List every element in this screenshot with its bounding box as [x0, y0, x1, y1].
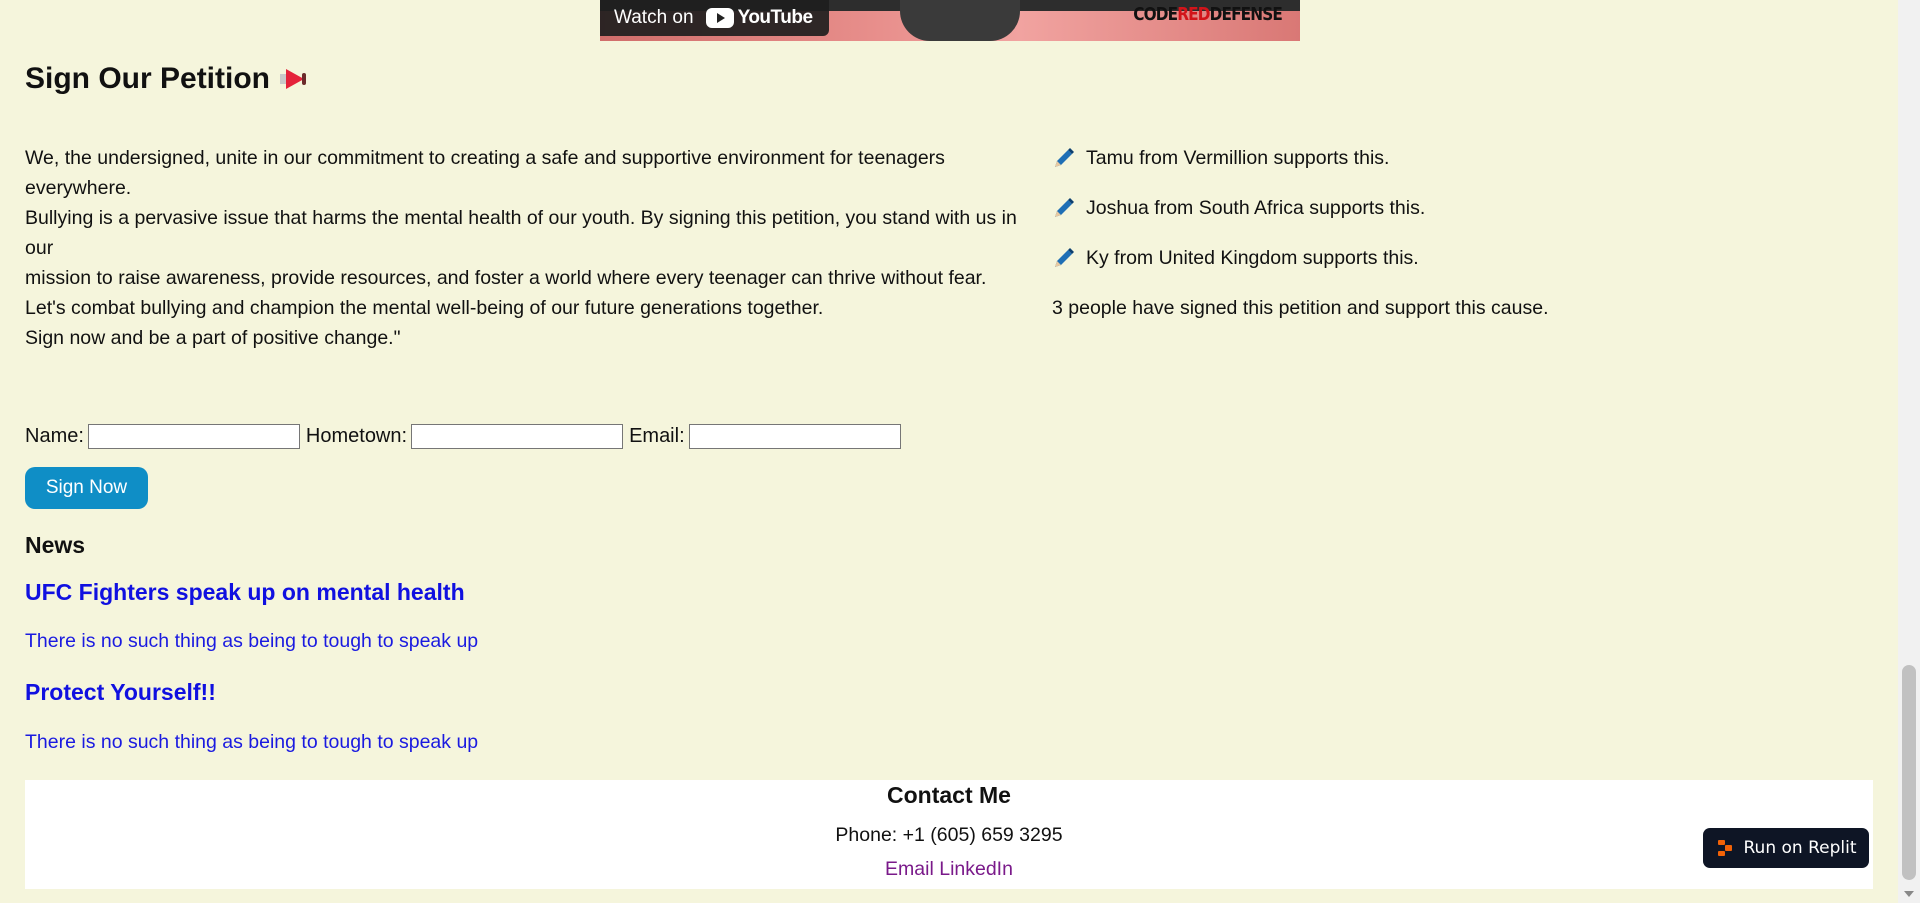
news-summary-link[interactable]: There is no such thing as being to tough… — [25, 630, 478, 653]
supporter-text: Tamu from Vermillion supports this. — [1086, 146, 1390, 169]
news-link[interactable]: UFC Fighters speak up on mental health — [25, 579, 465, 606]
youtube-logo: YouTube — [705, 7, 813, 29]
petition-form: Name: Hometown: Email: — [25, 424, 907, 449]
supporter-item: Tamu from Vermillion supports this. — [1052, 143, 1549, 173]
replit-icon — [1717, 840, 1732, 856]
name-label: Name: — [25, 425, 84, 447]
email-input[interactable] — [688, 424, 901, 449]
petition-line: Bullying is a pervasive issue that harms… — [25, 207, 1017, 259]
petition-line: Let's combat bullying and champion the m… — [25, 297, 824, 319]
signed-count: 3 people have signed this petition and s… — [1052, 297, 1549, 319]
video-embed[interactable]: Watch on YouTube CODEREDDEFENSE — [600, 0, 1300, 41]
supporter-text: Ky from United Kingdom supports this. — [1086, 246, 1419, 269]
watch-on-label: Watch on — [614, 7, 694, 28]
sign-now-button[interactable]: Sign Now — [25, 467, 148, 509]
petition-heading: Sign Our Petition — [25, 62, 312, 96]
page-scrollbar[interactable] — [1898, 0, 1920, 903]
run-on-replit-label: Run on Replit — [1743, 838, 1857, 858]
page: Watch on YouTube CODEREDDEFENSE Sign Our… — [0, 0, 1920, 903]
name-input[interactable] — [87, 424, 300, 449]
scrollbar-thumb[interactable] — [1902, 665, 1916, 880]
petition-line: mission to raise awareness, provide reso… — [25, 267, 987, 289]
supporters-list: Tamu from Vermillion supports this. Josh… — [1052, 143, 1549, 323]
supporter-text: Joshua from South Africa supports this. — [1086, 196, 1426, 219]
contact-heading: Contact Me — [887, 782, 1011, 808]
contact-links: Email LinkedIn — [25, 858, 1873, 880]
contact-phone: Phone: +1 (605) 659 3295 — [835, 824, 1063, 846]
petition-statement: We, the undersigned, unite in our commit… — [25, 143, 1040, 353]
hometown-label: Hometown: — [305, 425, 408, 447]
news-heading: News — [25, 532, 86, 558]
pen-icon — [1055, 198, 1074, 217]
run-on-replit-button[interactable]: Run on Replit — [1703, 828, 1869, 868]
youtube-play-icon — [705, 8, 734, 28]
video-thumbnail-figure — [900, 0, 1020, 41]
watch-on-youtube-button[interactable]: Watch on YouTube — [600, 0, 829, 36]
email-link[interactable]: Email — [885, 858, 934, 880]
megaphone-icon — [280, 65, 312, 93]
pen-icon — [1055, 248, 1074, 267]
scroll-down-arrow-icon[interactable] — [1904, 891, 1914, 897]
news-link[interactable]: Protect Yourself!! — [25, 679, 216, 706]
petition-line: Sign now and be a part of positive chang… — [25, 327, 401, 349]
news-summary-link[interactable]: There is no such thing as being to tough… — [25, 731, 478, 754]
code-red-defense-logo: CODEREDDEFENSE — [1133, 4, 1283, 25]
supporter-item: Joshua from South Africa supports this. — [1052, 193, 1549, 223]
pen-icon — [1055, 148, 1074, 167]
petition-line: We, the undersigned, unite in our commit… — [25, 147, 945, 199]
email-label: Email: — [629, 425, 685, 447]
hometown-input[interactable] — [411, 424, 624, 449]
linkedin-link[interactable]: LinkedIn — [939, 858, 1013, 880]
petition-title-text: Sign Our Petition — [25, 62, 270, 95]
contact-section: Contact Me Phone: +1 (605) 659 3295 Emai… — [25, 780, 1873, 889]
youtube-wordmark: YouTube — [737, 7, 813, 28]
supporter-item: Ky from United Kingdom supports this. — [1052, 243, 1549, 273]
